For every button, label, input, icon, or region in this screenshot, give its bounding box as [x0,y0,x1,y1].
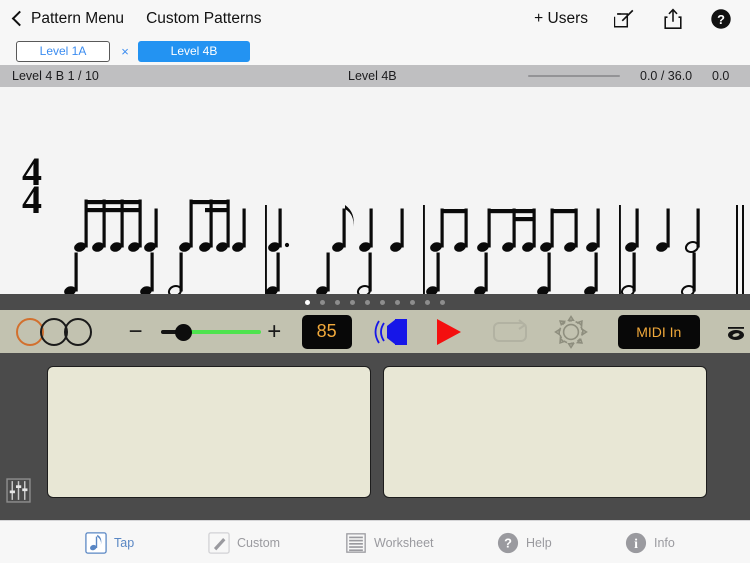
tempo-slider[interactable] [160,319,261,345]
svg-text:?: ? [717,11,725,26]
app-root: Pattern Menu Custom Patterns + Users ? L… [0,0,750,563]
tempo-slider-knob[interactable] [174,323,192,341]
lines-icon [346,532,366,553]
loop-button[interactable] [492,318,528,345]
tempo-increase-button[interactable]: + [265,319,284,344]
pencil-icon [208,531,230,554]
page-dot[interactable] [320,299,325,305]
status-level-label: Level 4B [348,69,397,83]
note-value-button[interactable] [722,318,750,346]
tab-info[interactable]: i Info [625,532,675,554]
progress-track[interactable] [528,75,620,77]
page-dot[interactable] [305,299,310,305]
navigation-bar: Pattern Menu Custom Patterns + Users ? [0,0,750,38]
back-button[interactable]: Pattern Menu [11,9,125,28]
document-tab-strip: Level 1A × Level 4B [0,37,750,65]
status-time: 0.0 / 36.0 [640,69,693,83]
info-circle-icon: i [625,532,647,553]
tab-label: Custom [237,535,281,550]
page-dot[interactable] [410,299,415,305]
transport-toolbar: − + 85 MIDI In [0,310,750,353]
status-bar: Level 4 B 1 / 10 Level 4B 0.0 / 36.0 0.0 [0,65,750,87]
close-tab-button[interactable]: × [116,44,134,59]
rhythm-notation: 4 4 [22,149,744,294]
notation-canvas[interactable]: 4 4 [0,87,750,294]
status-exercise-label: Level 4 B 1 / 10 [12,69,99,83]
svg-text:4: 4 [22,177,42,222]
tempo-display[interactable]: 85 [301,314,352,349]
back-button-label: Pattern Menu [31,9,125,27]
tab-worksheet[interactable]: Worksheet [345,532,434,554]
page-dot[interactable] [395,299,400,305]
tab-label: Tap [114,535,135,550]
page-dot[interactable] [365,299,370,305]
loop-icon [492,318,527,342]
settings-button[interactable] [553,314,588,349]
tap-work-area [0,353,750,520]
page-dot[interactable] [335,299,340,305]
chevron-left-icon [11,10,28,27]
bottom-tab-bar: Tap Custom Worksheet? Help i Info [0,520,750,563]
question-circle-icon: ? [497,532,519,553]
whole-note-icon [728,326,745,340]
tab-tap[interactable]: Tap [85,531,135,554]
page-title: Custom Patterns [146,9,262,27]
tab-level-1a[interactable]: Level 1A [16,40,110,62]
tempo-slider-track-right [186,329,261,334]
share-icon[interactable] [662,8,684,30]
navbar-actions: + Users ? [534,8,732,30]
tab-label: Info [654,535,675,550]
metronome-sound-button[interactable] [374,317,412,347]
mixer-sliders-icon[interactable] [6,478,31,503]
tab-help[interactable]: ? Help [497,532,552,554]
page-dot[interactable] [350,299,355,305]
svg-text:i: i [634,536,638,551]
count-circle-3[interactable] [64,317,92,346]
gear-icon [553,314,588,349]
tap-pad-right[interactable] [383,366,707,498]
status-score: 0.0 [712,69,730,83]
tab-custom[interactable]: Custom [208,531,281,554]
speaker-icon [374,318,407,345]
eighth-note-icon [85,531,107,554]
help-circle-icon[interactable]: ? [710,8,732,30]
page-dot[interactable] [425,299,430,305]
tab-level-4b[interactable]: Level 4B [138,40,250,62]
tempo-decrease-button[interactable]: − [126,319,145,344]
tab-label: Worksheet [374,535,434,550]
compose-icon[interactable] [614,8,636,30]
play-icon [436,318,461,345]
count-in-circles [16,317,92,346]
page-dot[interactable] [380,299,385,305]
page-indicator[interactable] [0,294,750,310]
svg-text:?: ? [504,535,512,550]
play-button[interactable] [434,317,464,347]
midi-input-button[interactable]: MIDI In [617,314,701,349]
tap-pad-left[interactable] [47,366,371,498]
page-dot[interactable] [440,299,445,305]
tab-label: Help [526,535,552,550]
add-users-button[interactable]: + Users [534,10,588,28]
